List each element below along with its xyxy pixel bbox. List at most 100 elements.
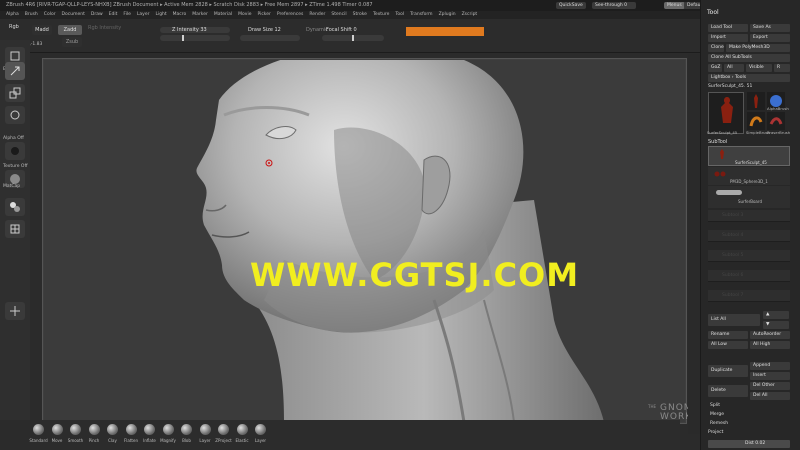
all-high-button[interactable]: All High <box>750 341 790 349</box>
menu-item-tool[interactable]: Tool <box>395 12 404 17</box>
autoreorder-button[interactable]: AutoReorder <box>750 331 790 339</box>
tool-thumbnail-main[interactable] <box>708 92 744 134</box>
del-other-button[interactable]: Del Other <box>750 382 790 390</box>
del-all-button[interactable]: Del All <box>750 392 790 400</box>
subtool-empty-1[interactable]: Subtool 4 <box>708 230 790 242</box>
subtool-empty-0[interactable]: Subtool 3 <box>708 210 790 222</box>
subtool-empty-4[interactable]: Subtool 7 <box>708 290 790 302</box>
axis-button[interactable] <box>5 302 25 320</box>
delete-button[interactable]: Delete <box>708 385 748 397</box>
scale-button[interactable] <box>5 84 25 102</box>
brush-button-8[interactable]: Blob <box>178 424 195 443</box>
all-low-button[interactable]: All Low <box>708 341 748 349</box>
tool-thumb-2[interactable] <box>747 92 765 110</box>
brush-button-5[interactable]: Flatten <box>123 424 140 443</box>
menus-button[interactable]: Menus <box>664 2 685 9</box>
brush-button-1[interactable]: Move <box>49 424 66 443</box>
rename-button[interactable]: Rename <box>708 331 748 339</box>
brush-button-11[interactable]: Elastic <box>234 424 251 443</box>
draw-size-slider[interactable] <box>240 35 300 41</box>
tool-thumb-5[interactable] <box>767 112 785 130</box>
zsub-button[interactable]: Zsub <box>62 37 82 47</box>
subtool-empty-2[interactable]: Subtool 5 <box>708 250 790 262</box>
menu-item-render[interactable]: Render <box>309 12 325 17</box>
rotate-button[interactable] <box>5 106 25 124</box>
clone-button[interactable]: Clone <box>708 44 724 52</box>
brush-label: Inflate <box>143 438 156 443</box>
brush-button-6[interactable]: Inflate <box>141 424 158 443</box>
right-scroll-strip[interactable] <box>688 54 700 434</box>
menu-item-material[interactable]: Material <box>214 12 232 17</box>
brush-button-9[interactable]: Layer <box>197 424 214 443</box>
import-button[interactable]: Import <box>708 34 748 42</box>
brush-button-10[interactable]: ZProject <box>215 424 232 443</box>
color-picker-button[interactable] <box>5 198 25 216</box>
brush-button-3[interactable]: Pinch <box>86 424 103 443</box>
subtool-item-0[interactable]: SurferSculpt_45 <box>708 146 790 166</box>
brush-button-4[interactable]: Clay <box>104 424 121 443</box>
merge-label[interactable]: Merge <box>710 412 724 417</box>
menu-item-preferences[interactable]: Preferences <box>277 12 303 17</box>
draw-button[interactable] <box>5 62 25 80</box>
document-canvas[interactable]: WWW.CGTSJ.COM <box>44 60 685 422</box>
rgb-toggle[interactable]: Rgb <box>9 24 19 30</box>
menu-item-zplugin[interactable]: Zplugin <box>439 12 456 17</box>
menu-item-picker[interactable]: Picker <box>257 12 270 17</box>
menu-item-edit[interactable]: Edit <box>109 12 118 17</box>
r-button[interactable]: R <box>774 64 790 72</box>
z-intensity-knob[interactable] <box>182 35 184 41</box>
project-label[interactable]: Project <box>708 430 723 435</box>
color-swatch[interactable] <box>406 27 484 36</box>
menu-item-draw[interactable]: Draw <box>91 12 103 17</box>
visible-button[interactable]: Visible <box>746 64 772 72</box>
brush-button-12[interactable]: Layer <box>252 424 269 443</box>
menu-item-marker[interactable]: Marker <box>192 12 208 17</box>
focal-shift-knob[interactable] <box>352 35 354 41</box>
all-button[interactable]: All <box>724 64 744 72</box>
menu-item-macro[interactable]: Macro <box>173 12 187 17</box>
quicksave-button[interactable]: QuickSave <box>556 2 586 9</box>
z-intensity-slider[interactable] <box>160 35 230 41</box>
grid-button[interactable] <box>5 220 25 238</box>
append-button[interactable]: Append <box>750 362 790 370</box>
menu-item-movie[interactable]: Movie <box>238 12 251 17</box>
menu-item-zscript[interactable]: Zscript <box>462 12 478 17</box>
subtool-item-1[interactable]: PM3D_Sphere3D_1 <box>708 167 790 185</box>
dist-slider[interactable]: Dist 0.02 <box>708 440 790 448</box>
menu-item-document[interactable]: Document <box>62 12 85 17</box>
clone-all-subtools-button[interactable]: Clone All SubTools <box>708 54 790 62</box>
menu-item-brush[interactable]: Brush <box>25 12 38 17</box>
split-label[interactable]: Split <box>710 403 720 408</box>
madd-button[interactable]: Madd <box>32 25 52 35</box>
list-all-button[interactable]: List All <box>708 314 760 326</box>
menu-item-stencil[interactable]: Stencil <box>331 12 346 17</box>
lightbox-tools-button[interactable]: Lightbox › Tools <box>708 74 790 82</box>
alpha-button[interactable] <box>5 142 25 160</box>
arrow-down-button[interactable]: ▼ <box>763 321 789 329</box>
menu-item-alpha[interactable]: Alpha <box>6 12 19 17</box>
brush-button-7[interactable]: Magnify <box>160 424 177 443</box>
goz-button[interactable]: GoZ <box>708 64 722 72</box>
brush-button-2[interactable]: Smooth <box>67 424 84 443</box>
make-polymesh-button[interactable]: Make PolyMesh3D <box>726 44 790 52</box>
menu-item-color[interactable]: Color <box>44 12 56 17</box>
save-as-button[interactable]: Save As <box>750 24 790 32</box>
menu-item-file[interactable]: File <box>123 12 131 17</box>
menu-item-texture[interactable]: Texture <box>373 12 389 17</box>
subtool-item-2[interactable]: SurferBoard <box>708 186 790 208</box>
see-through-slider[interactable]: See-through 0 <box>592 2 636 9</box>
duplicate-button[interactable]: Duplicate <box>708 365 748 377</box>
zadd-button[interactable]: Zadd <box>58 25 82 35</box>
remesh-label[interactable]: Remesh <box>710 421 728 426</box>
export-button[interactable]: Export <box>750 34 790 42</box>
load-tool-button[interactable]: Load Tool <box>708 24 748 32</box>
subtool-empty-3[interactable]: Subtool 6 <box>708 270 790 282</box>
menu-item-layer[interactable]: Layer <box>137 12 150 17</box>
arrow-up-button[interactable]: ▲ <box>763 311 789 319</box>
menu-item-transform[interactable]: Transform <box>410 12 432 17</box>
menu-item-light[interactable]: Light <box>155 12 166 17</box>
menu-item-stroke[interactable]: Stroke <box>353 12 367 17</box>
tool-thumb-4[interactable] <box>747 112 765 130</box>
brush-button-0[interactable]: Standard <box>29 424 48 443</box>
insert-button[interactable]: Insert <box>750 372 790 380</box>
